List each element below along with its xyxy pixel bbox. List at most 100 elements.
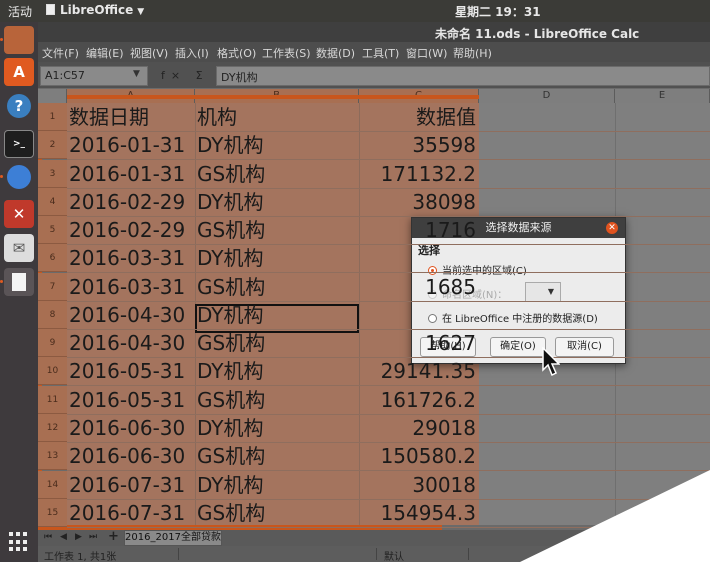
cell-b[interactable]: GS机构 [197,160,357,188]
name-box[interactable]: A1:C57 [40,66,148,86]
menu-window[interactable]: 窗口(W) [406,45,447,61]
add-sheet-icon[interactable]: + [108,529,119,544]
row-header[interactable]: 2 [38,131,67,159]
cell-b[interactable]: DY机构 [197,471,357,499]
cell-b[interactable]: GS机构 [197,329,357,357]
menu-format[interactable]: 格式(O) [217,45,256,61]
cell-a[interactable]: 2016-07-31 [69,499,193,527]
row-header[interactable]: 10 [38,357,67,385]
activities-button[interactable]: 活动 [8,3,32,20]
cell-c[interactable]: 数据值 [361,103,476,131]
row-header[interactable]: 9 [38,329,67,357]
cell-a[interactable]: 2016-04-30 [69,301,193,329]
cell-c[interactable]: 35598 [361,131,476,159]
row-header[interactable]: 12 [38,414,67,442]
cell-b[interactable]: DY机构 [197,357,357,385]
menu-help[interactable]: 帮助(H) [453,45,492,61]
status-separator [468,548,469,560]
cell-b[interactable]: DY机构 [197,244,357,272]
menu-file[interactable]: 文件(F) [42,45,79,61]
cell-b[interactable]: DY机构 [197,301,357,329]
cell-a[interactable]: 2016-05-31 [69,386,193,414]
cell-c[interactable]: 29141.35 [361,357,476,385]
cancel-button[interactable]: 取消(C) [555,337,614,357]
clock[interactable]: 星期二 19：31 [455,3,541,20]
window-titlebar[interactable]: 未命名 11.ods - LibreOffice Calc [38,22,710,42]
cell-a[interactable]: 2016-01-31 [69,131,193,159]
row-header[interactable]: 5 [38,216,67,244]
row-header[interactable]: 15 [38,499,67,527]
cell-b[interactable]: 机构 [197,103,357,131]
row-header[interactable]: 7 [38,273,67,301]
cell-c[interactable] [361,301,476,329]
first-sheet-icon[interactable]: ⏮ [44,532,52,542]
cell-b[interactable]: GS机构 [197,273,357,301]
cell-a[interactable]: 2016-05-31 [69,357,193,385]
cell-a[interactable]: 2016-03-31 [69,244,193,272]
cell-a[interactable]: 2016-04-30 [69,329,193,357]
cell-b[interactable]: DY机构 [197,131,357,159]
chevron-down-icon[interactable]: ▼ [133,69,140,79]
terminal-icon[interactable]: >_ [4,130,34,158]
row-header[interactable]: 8 [38,301,67,329]
cell-c[interactable]: 1716 [361,216,476,244]
page-style[interactable]: 默认 [384,548,404,562]
row-header[interactable]: 11 [38,386,67,414]
cell-c[interactable]: 161726.2 [361,386,476,414]
cell-c[interactable]: 29018 [361,414,476,442]
cell-a[interactable]: 数据日期 [69,103,193,131]
cell-a[interactable]: 2016-03-31 [69,273,193,301]
menu-tools[interactable]: 工具(T) [362,45,399,61]
cell-b[interactable]: GS机构 [197,216,357,244]
sheet-tab[interactable]: 2016_2017全部贷款 [124,530,222,546]
files-icon[interactable] [4,26,34,54]
help-icon[interactable]: ? [7,94,31,118]
cell-c[interactable]: 171132.2 [361,160,476,188]
cell-b[interactable]: GS机构 [197,499,357,527]
menu-edit[interactable]: 编辑(E) [86,45,124,61]
browser-icon[interactable] [7,165,31,189]
cell-c[interactable]: 1685 [361,273,476,301]
cell-a[interactable]: 2016-01-31 [69,160,193,188]
row-header[interactable]: 6 [38,244,67,272]
cell-c[interactable] [361,244,476,272]
cell-b[interactable]: DY机构 [197,188,357,216]
cell-b[interactable]: GS机构 [197,386,357,414]
cell-a[interactable]: 2016-02-29 [69,188,193,216]
next-sheet-icon[interactable]: ▶ [75,532,82,542]
libreoffice-calc-icon[interactable] [4,268,34,296]
previous-sheet-icon[interactable]: ◀ [60,532,67,542]
select-all-corner[interactable] [38,89,67,103]
row-header[interactable]: 4 [38,188,67,216]
menu-sheet[interactable]: 工作表(S) [262,45,311,61]
ok-button[interactable]: 确定(O) [490,337,546,357]
row-header[interactable]: 14 [38,471,67,499]
app-menu[interactable]: LibreOffice ▼ [46,3,144,17]
column-header-e[interactable]: E [615,89,710,103]
cell-c[interactable]: 1627 [361,329,476,357]
settings-tools-icon[interactable]: ✕ [4,200,34,228]
cell-a[interactable]: 2016-06-30 [69,442,193,470]
menu-view[interactable]: 视图(V) [130,45,168,61]
cell-c[interactable]: 154954.3 [361,499,476,527]
mail-icon[interactable]: ✉ [4,234,34,262]
cell-c[interactable]: 38098 [361,188,476,216]
cell-c[interactable]: 30018 [361,471,476,499]
cell-c[interactable]: 150580.2 [361,442,476,470]
menu-insert[interactable]: 插入(I) [175,45,209,61]
close-icon[interactable]: ✕ [606,222,618,234]
formula-input[interactable]: DY机构 [216,66,710,86]
show-applications-icon[interactable] [9,532,29,552]
row-header[interactable]: 13 [38,442,67,470]
cell-a[interactable]: 2016-06-30 [69,414,193,442]
cell-a[interactable]: 2016-02-29 [69,216,193,244]
menu-data[interactable]: 数据(D) [316,45,355,61]
row-header[interactable]: 1 [38,103,67,131]
cell-a[interactable]: 2016-07-31 [69,471,193,499]
last-sheet-icon[interactable]: ⏭ [89,532,97,542]
cell-b[interactable]: DY机构 [197,414,357,442]
software-center-icon[interactable]: A [4,58,34,86]
row-header[interactable]: 3 [38,160,67,188]
cell-b[interactable]: GS机构 [197,442,357,470]
column-header-d[interactable]: D [479,89,615,103]
